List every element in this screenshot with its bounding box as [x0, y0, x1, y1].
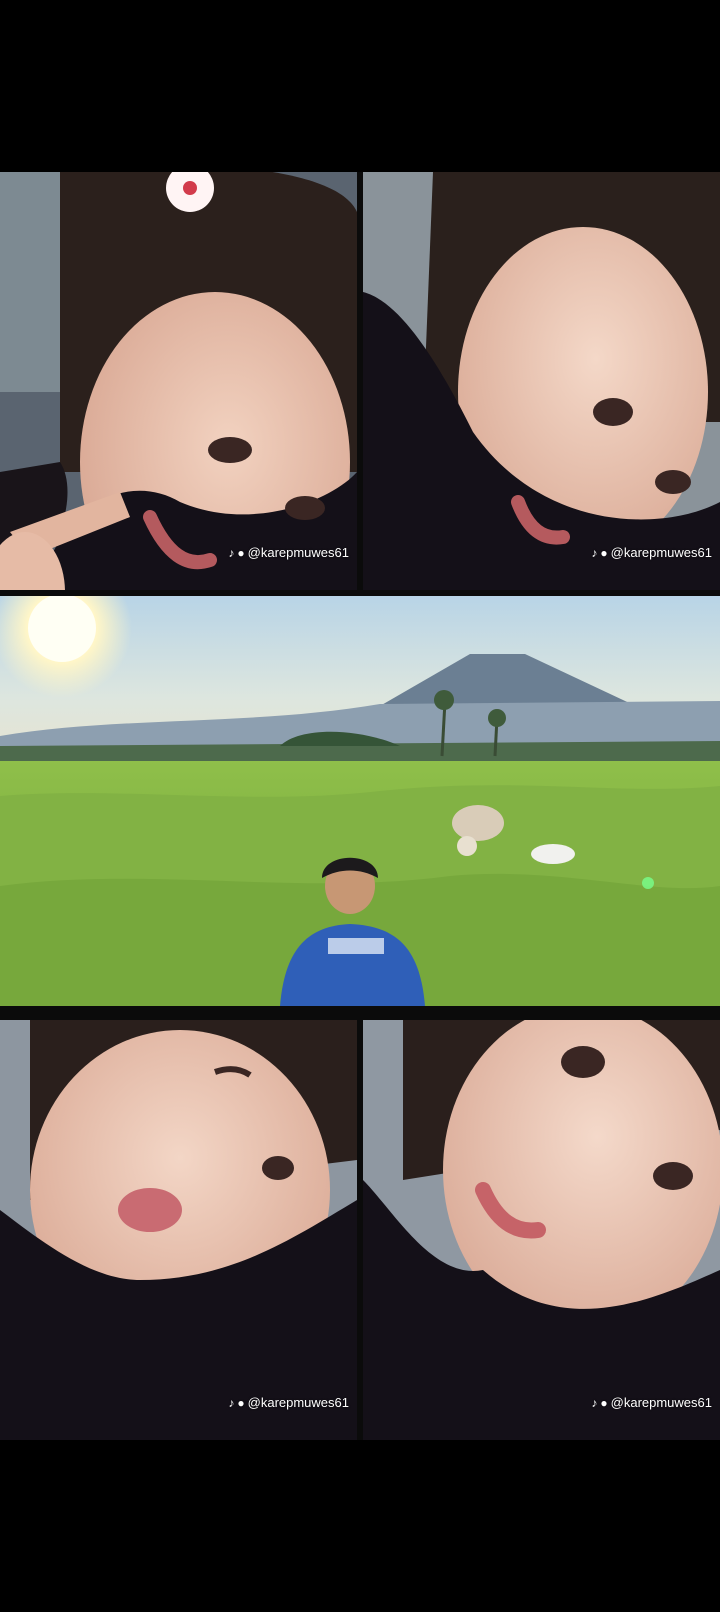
tiktok-watermark: ♪ ● @karepmuwes61 [228, 545, 349, 560]
watermark-handle: @karepmuwes61 [247, 545, 349, 560]
user-icon: ● [237, 1395, 245, 1410]
selfie-pout-image [0, 1020, 357, 1440]
landscape-image [0, 596, 720, 1006]
selfie-smile-image [363, 172, 720, 590]
tiktok-icon: ♪ [591, 1395, 598, 1410]
user-icon: ● [600, 545, 608, 560]
selfie-photo-pout: ♪ ● @karepmuwes61 [0, 1020, 357, 1440]
tiktok-watermark: ♪ ● @karepmuwes61 [228, 1395, 349, 1410]
selfie-closeup-image [363, 1020, 720, 1440]
selfie-peace-sign-image [0, 172, 357, 590]
watermark-handle: @karepmuwes61 [247, 1395, 349, 1410]
selfie-photo-peace-sign: ♪ ● @karepmuwes61 [0, 172, 357, 590]
tiktok-watermark: ♪ ● @karepmuwes61 [591, 545, 712, 560]
selfie-photo-smile: ♪ ● @karepmuwes61 [363, 172, 720, 590]
photo-collage: ♪ ● @karepmuwes61 ♪ ● @karepmuwes61 ♪ ● … [0, 172, 720, 1440]
tiktok-watermark: ♪ ● @karepmuwes61 [591, 1395, 712, 1410]
landscape-photo [0, 596, 720, 1006]
user-icon: ● [600, 1395, 608, 1410]
watermark-handle: @karepmuwes61 [610, 1395, 712, 1410]
tiktok-icon: ♪ [228, 545, 235, 560]
watermark-handle: @karepmuwes61 [610, 545, 712, 560]
tiktok-icon: ♪ [228, 1395, 235, 1410]
user-icon: ● [237, 545, 245, 560]
tiktok-icon: ♪ [591, 545, 598, 560]
selfie-photo-closeup: ♪ ● @karepmuwes61 [363, 1020, 720, 1440]
